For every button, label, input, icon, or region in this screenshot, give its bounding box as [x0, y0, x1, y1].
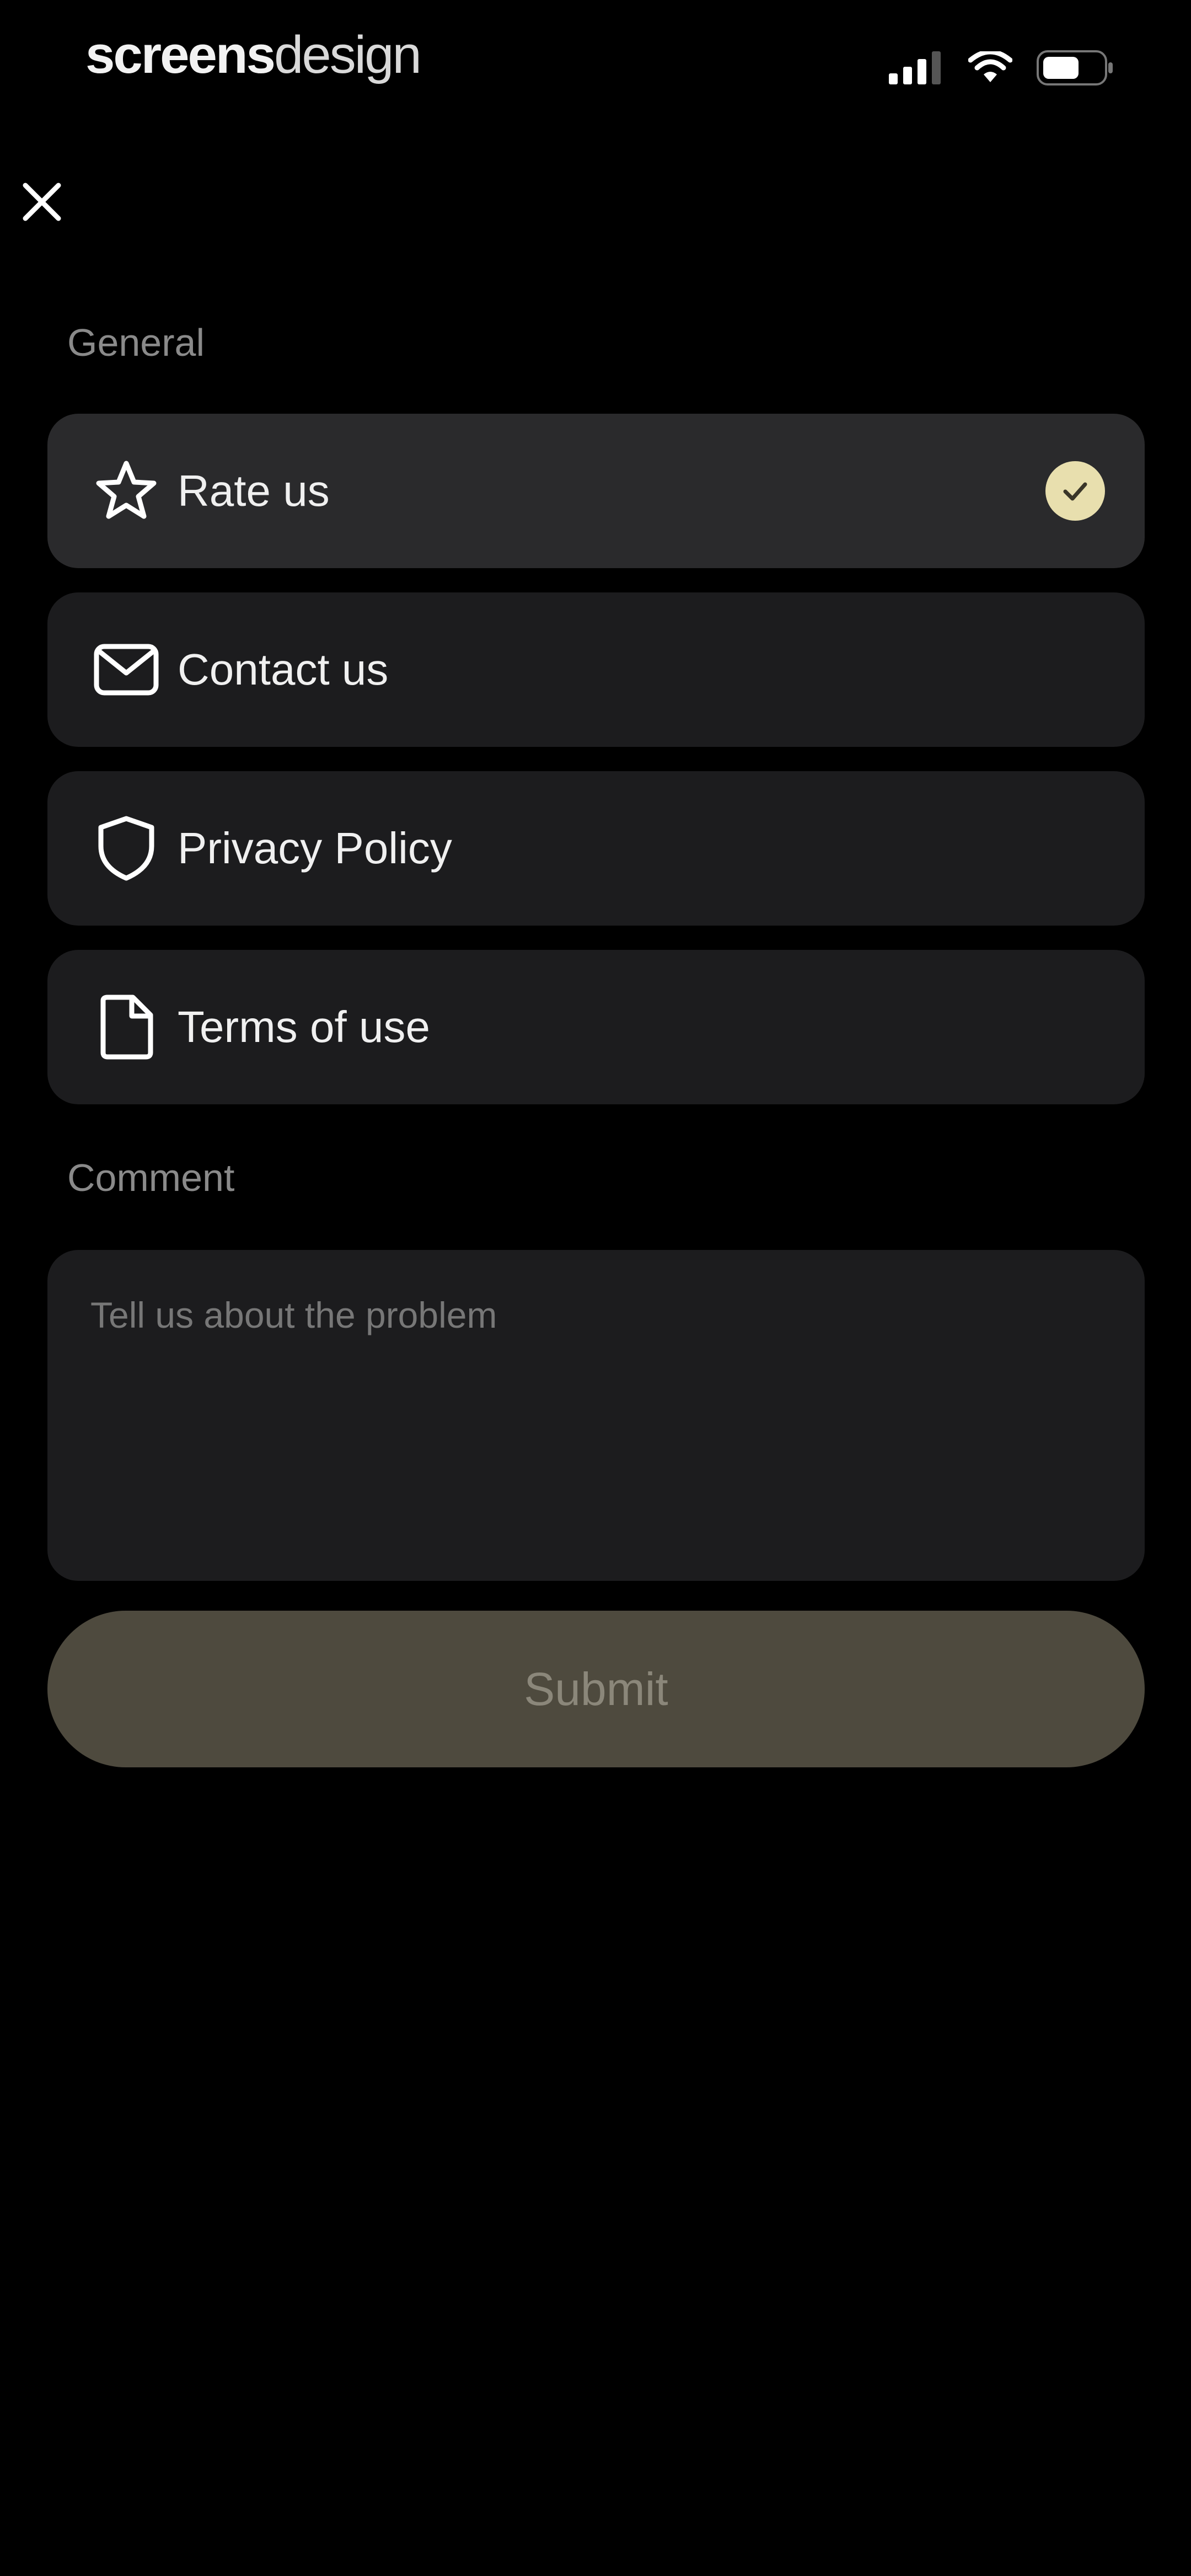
comment-box: [47, 1250, 1145, 1581]
close-icon: [23, 183, 61, 221]
comment-section-label: Comment: [67, 1156, 235, 1199]
cellular-signal-icon: [889, 51, 944, 84]
comment-textarea[interactable]: [90, 1294, 1099, 1548]
status-icons: [889, 49, 1114, 87]
menu-item-label: Privacy Policy: [178, 824, 452, 873]
menu-item-label: Contact us: [178, 645, 389, 694]
general-section-label: General: [67, 321, 205, 364]
star-icon: [90, 455, 162, 527]
menu-item-label: Rate us: [178, 466, 330, 515]
menu-item-terms-of-use[interactable]: Terms of use: [47, 950, 1145, 1104]
status-bar: screensdesign: [0, 0, 1191, 121]
menu-item-contact-us[interactable]: Contact us: [47, 592, 1145, 747]
shield-icon: [90, 813, 162, 884]
mail-icon: [90, 634, 162, 706]
menu-item-rate-us[interactable]: Rate us: [47, 414, 1145, 568]
wifi-icon: [968, 51, 1012, 84]
close-button[interactable]: [15, 175, 68, 228]
menu-item-privacy-policy[interactable]: Privacy Policy: [47, 771, 1145, 926]
menu-item-label: Terms of use: [178, 1002, 430, 1051]
battery-icon: [1037, 50, 1114, 85]
brand-logo-bold: screens: [85, 25, 276, 84]
submit-button[interactable]: Submit: [47, 1611, 1145, 1767]
brand-logo-light: design: [273, 25, 422, 84]
selected-check-icon: [1045, 461, 1105, 521]
brand-logo: screensdesign: [85, 22, 422, 88]
document-icon: [90, 991, 162, 1063]
